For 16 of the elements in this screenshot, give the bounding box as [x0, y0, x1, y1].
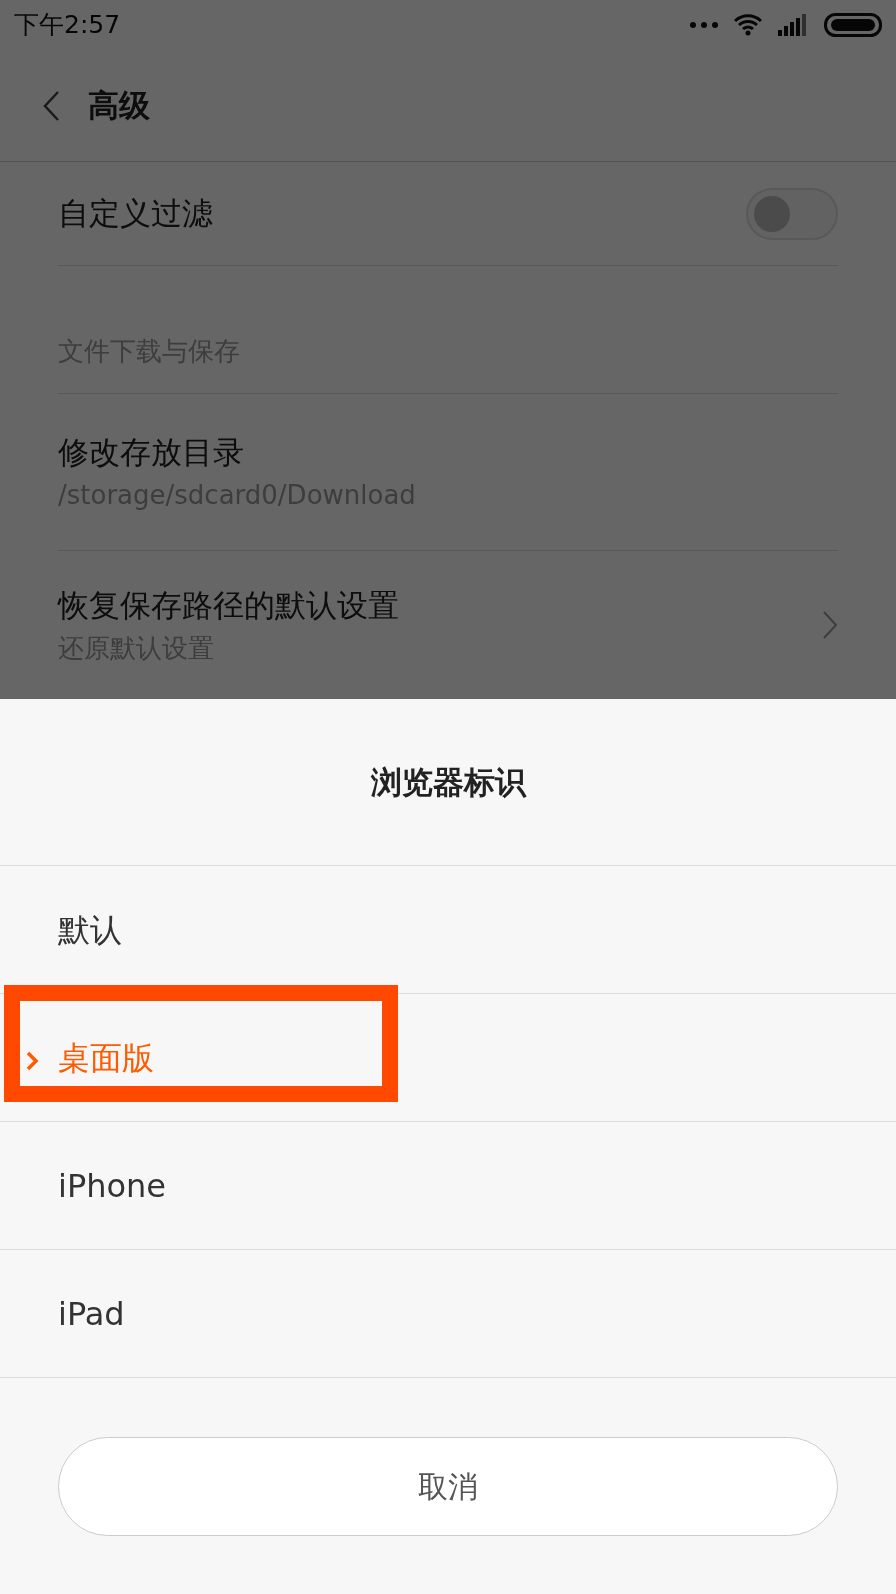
- dialog-title: 浏览器标识: [0, 699, 896, 866]
- chevron-right-icon: [822, 610, 838, 640]
- chevron-icon: [26, 1051, 38, 1071]
- status-time: 下午2:57: [14, 9, 121, 42]
- toggle-switch[interactable]: [746, 187, 838, 240]
- option-item[interactable]: iPhone: [0, 1122, 896, 1250]
- option-item[interactable]: iPad: [0, 1250, 896, 1378]
- back-icon[interactable]: [42, 89, 60, 122]
- signal-icon: [778, 14, 808, 36]
- cancel-button[interactable]: 取消: [58, 1437, 838, 1536]
- battery-icon: [824, 13, 882, 37]
- more-icon: [690, 22, 718, 28]
- setting-label: 自定义过滤: [58, 194, 213, 234]
- page-title: 高级: [88, 86, 150, 126]
- option-item[interactable]: 默认: [0, 866, 896, 994]
- wifi-icon: [734, 14, 762, 36]
